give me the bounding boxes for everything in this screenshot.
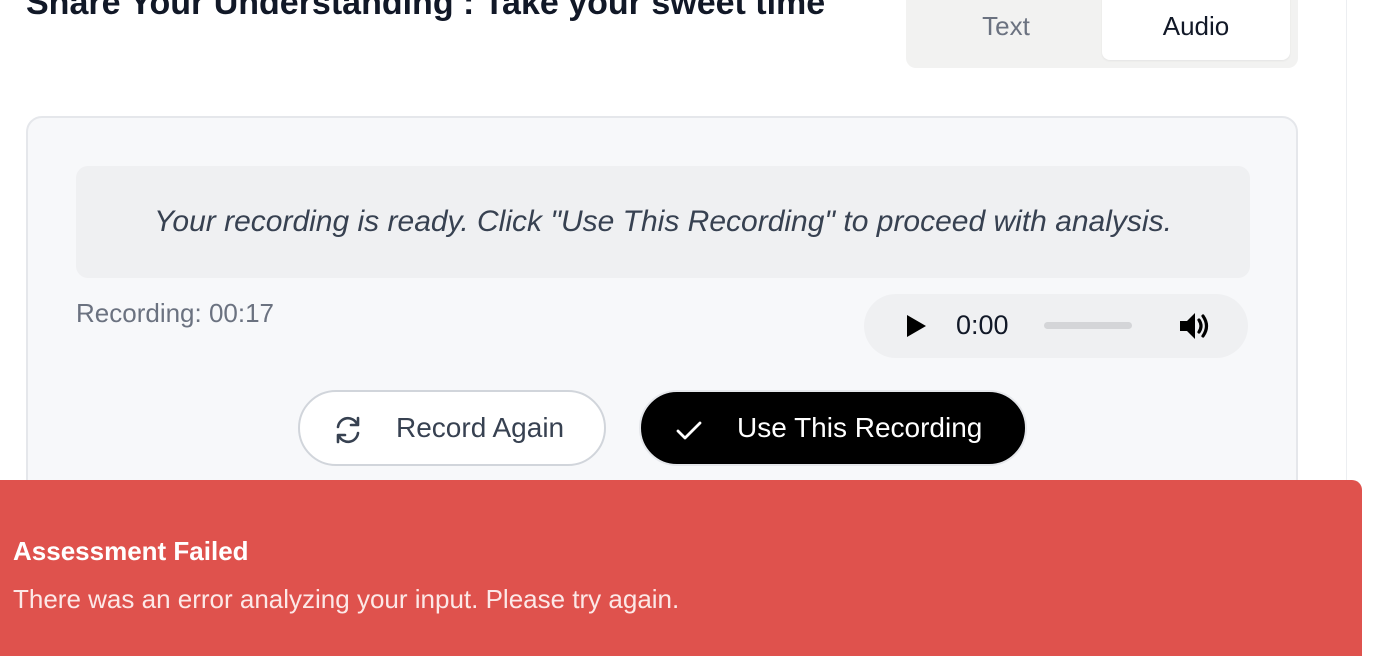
player-progress-bar[interactable] — [1044, 322, 1132, 329]
toast-description: There was an error analyzing your input.… — [13, 584, 680, 614]
use-recording-button[interactable]: Use This Recording — [639, 390, 1027, 466]
page: Share Your Understanding : Take your swe… — [0, 0, 1390, 656]
record-again-label: Record Again — [396, 412, 565, 443]
audio-player: 0:00 — [864, 294, 1248, 358]
recording-ready-text: Your recording is ready. Click "Use This… — [154, 205, 1172, 238]
use-recording-label: Use This Recording — [737, 412, 983, 443]
play-icon — [907, 315, 926, 337]
input-mode-toggle: Text Audio — [906, 0, 1298, 68]
recording-ready-message: Your recording is ready. Click "Use This… — [76, 166, 1250, 278]
page-title: Share Your Understanding : Take your swe… — [26, 0, 826, 22]
player-current-time: 0:00 — [956, 310, 1009, 340]
check-icon — [676, 421, 702, 440]
volume-button[interactable] — [1176, 308, 1212, 344]
tab-text[interactable]: Text — [912, 0, 1100, 60]
volume-icon — [1180, 313, 1209, 339]
recording-panel: Your recording is ready. Click "Use This… — [26, 116, 1298, 536]
recording-duration: Recording: 00:17 — [76, 298, 275, 328]
record-again-button[interactable]: Record Again — [298, 390, 606, 466]
play-button[interactable] — [902, 312, 930, 340]
tab-audio[interactable]: Audio — [1102, 0, 1290, 60]
refresh-icon — [336, 416, 360, 444]
toast-title: Assessment Failed — [13, 536, 249, 566]
error-toast[interactable]: Assessment Failed There was an error ana… — [0, 480, 1362, 656]
